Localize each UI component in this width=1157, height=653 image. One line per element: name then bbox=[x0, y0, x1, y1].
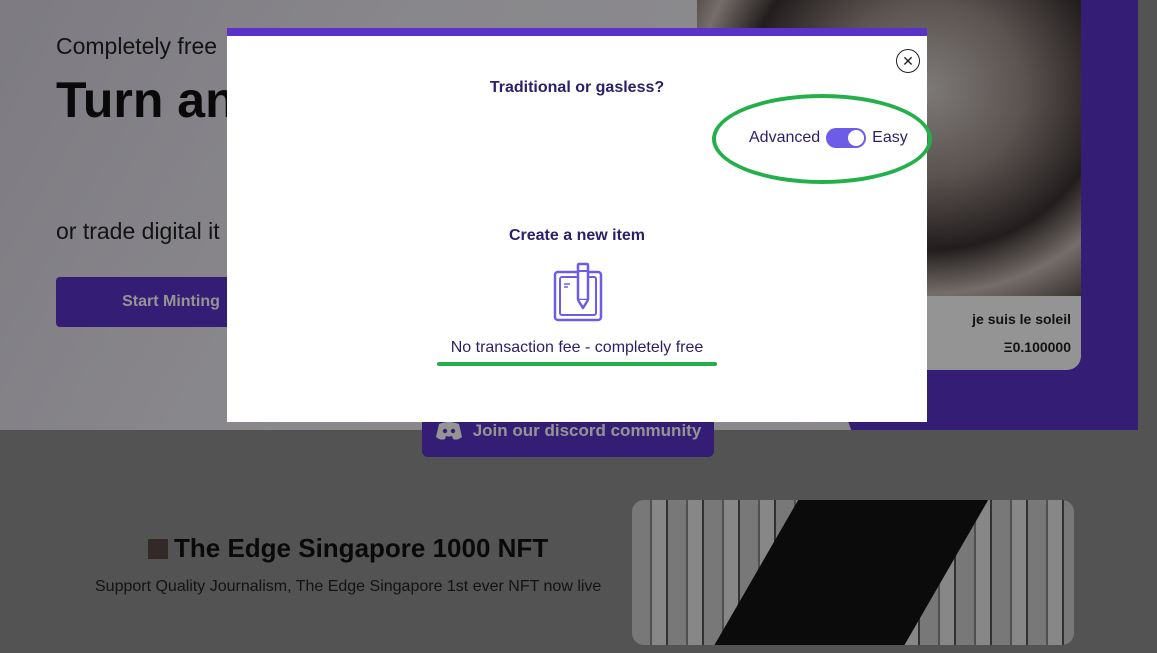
close-icon[interactable]: ✕ bbox=[896, 49, 920, 73]
fee-underline-annotation bbox=[437, 362, 717, 366]
mode-toggle: Advanced Easy bbox=[749, 128, 908, 148]
notepad-pencil-icon[interactable] bbox=[552, 258, 604, 324]
toggle-label-easy[interactable]: Easy bbox=[872, 129, 908, 147]
mint-type-modal: ✕ Traditional or gasless? Advanced Easy … bbox=[227, 28, 932, 422]
fee-description: No transaction fee - completely free bbox=[450, 339, 704, 356]
toggle-knob bbox=[848, 130, 865, 146]
create-item-title: Create a new item bbox=[508, 227, 646, 244]
mode-toggle-switch[interactable] bbox=[826, 128, 867, 148]
toggle-label-advanced[interactable]: Advanced bbox=[749, 129, 820, 147]
